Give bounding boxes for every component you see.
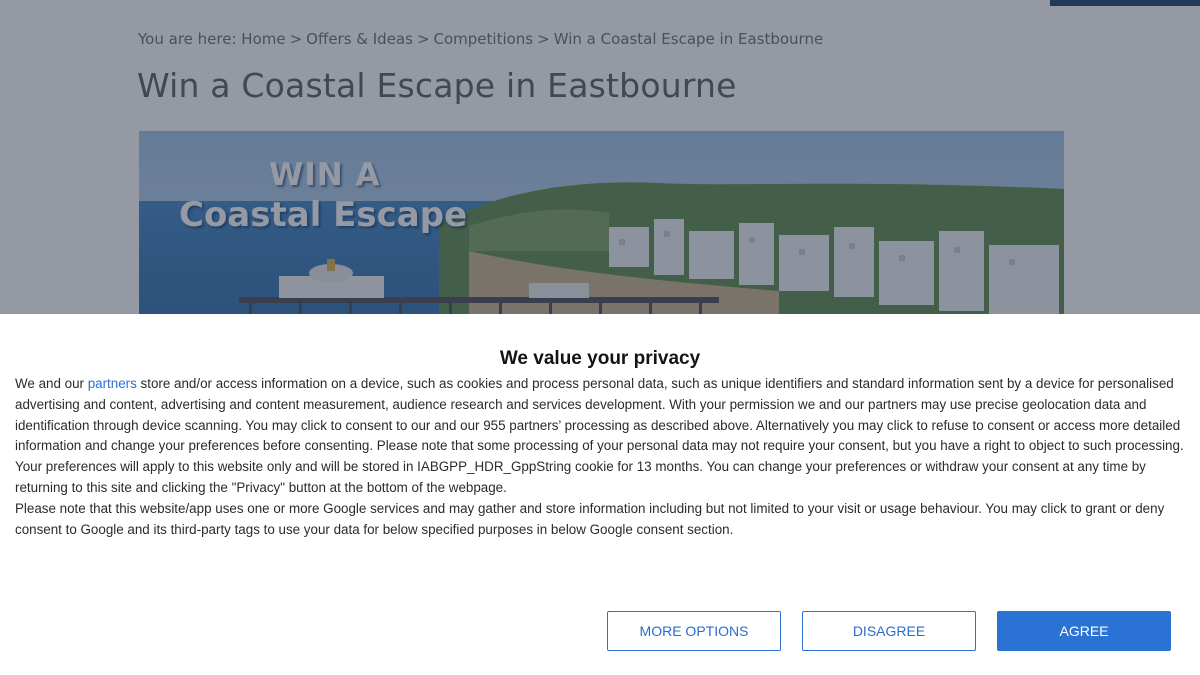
consent-paragraph-2: Please note that this website/app uses o…	[15, 500, 1165, 537]
consent-text-main: store and/or access information on a dev…	[15, 376, 1184, 495]
privacy-consent-dialog: We value your privacy We and our partner…	[0, 314, 1200, 675]
consent-text-intro: We and our	[15, 376, 88, 391]
disagree-button[interactable]: DISAGREE	[802, 611, 976, 651]
more-options-button[interactable]: MORE OPTIONS	[607, 611, 781, 651]
consent-title: We value your privacy	[499, 348, 701, 369]
agree-button[interactable]: AGREE	[997, 611, 1171, 651]
partners-link[interactable]: partners	[88, 376, 137, 391]
consent-paragraph-1: We and our partners store and/or access …	[15, 374, 1185, 499]
consent-text: We and our partners store and/or access …	[15, 374, 1185, 540]
